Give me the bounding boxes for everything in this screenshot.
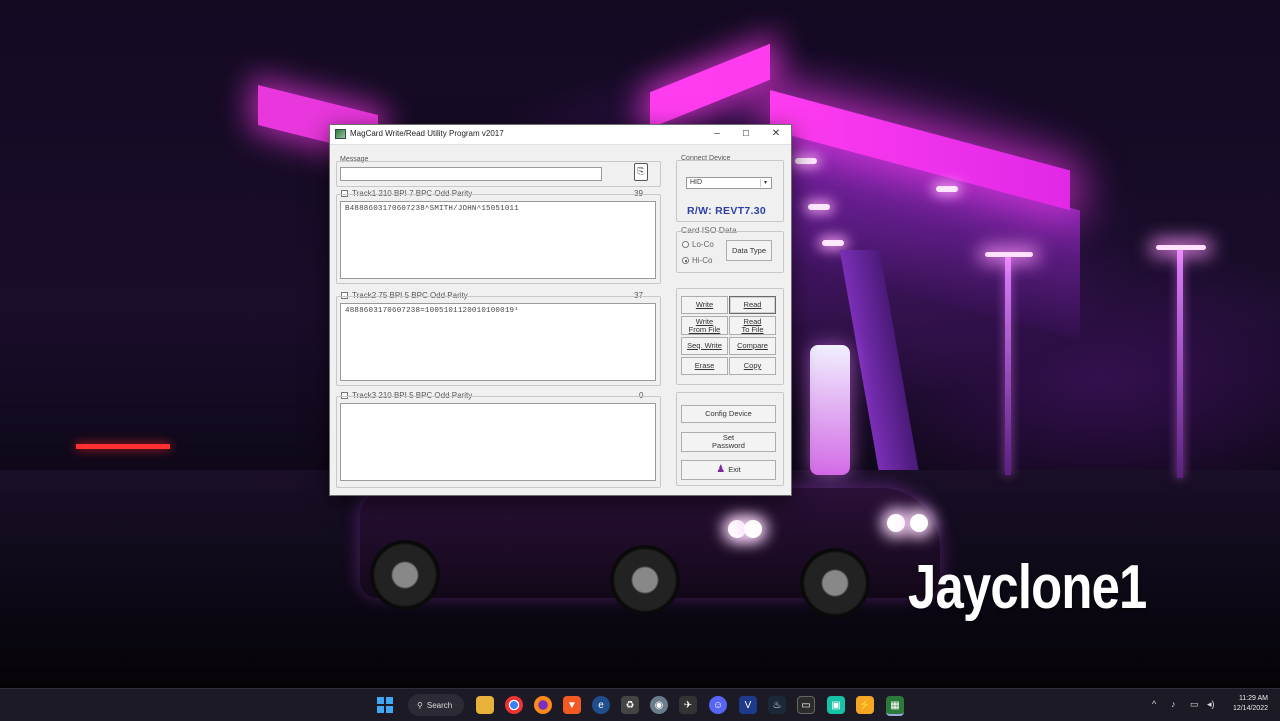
street-lamp (1177, 248, 1183, 478)
magcard-taskbar-icon[interactable]: ▦ (886, 696, 904, 716)
window-title: MagCard Write/Read Utility Program v2017 (350, 129, 504, 138)
minimize-button[interactable]: – (706, 127, 728, 141)
taskbar-search[interactable]: ⚲ Search (408, 694, 464, 716)
car-headlight (910, 514, 928, 532)
steam-icon[interactable]: ♨ (768, 696, 786, 714)
search-icon: ⚲ (417, 700, 423, 710)
microphone-icon[interactable]: ♪ (1171, 699, 1176, 709)
volume-icon[interactable]: ◂) (1207, 699, 1215, 710)
visual-app-icon[interactable]: V (739, 696, 757, 714)
device-select[interactable]: HID ▾ (686, 177, 772, 189)
close-button[interactable]: ✕ (765, 127, 787, 141)
green-app-icon[interactable]: ▣ (827, 696, 845, 714)
recycle-icon[interactable]: ♻ (621, 696, 639, 714)
ceiling-light (808, 204, 830, 210)
red-light-streak (76, 444, 170, 449)
chevron-down-icon: ▾ (760, 179, 770, 187)
hi-co-radio[interactable] (682, 257, 689, 264)
gas-pump (810, 345, 850, 475)
channel-watermark: Jayclone1 (908, 553, 1147, 622)
reader-version: R/W: REVT7.30 (687, 205, 766, 217)
neon-canopy-mid (650, 43, 770, 129)
chevron-up-icon[interactable]: ^ (1152, 699, 1156, 709)
compare-button[interactable]: Compare (729, 337, 776, 355)
display-icon[interactable]: ▭ (1190, 699, 1199, 710)
ceiling-light (936, 186, 958, 192)
car-wheel (800, 548, 870, 618)
street-lamp-head (985, 252, 1033, 257)
start-icon[interactable] (376, 696, 394, 714)
config-device-button[interactable]: Config Device (681, 405, 776, 423)
discord-icon[interactable]: ☺ (709, 696, 727, 714)
track1-data-field[interactable]: B4888603170607238^SMITH/JOHN^15051011 (340, 201, 656, 279)
street-lamp (1005, 255, 1011, 475)
exit-button[interactable]: ♟ Exit (681, 460, 776, 480)
car-headlight (887, 514, 905, 532)
car-headlight (744, 520, 762, 538)
device-select-value: HID (690, 179, 703, 186)
message-field[interactable] (340, 167, 602, 181)
read-button[interactable]: Read (729, 296, 776, 314)
track3-data-field[interactable] (340, 403, 656, 481)
brave-icon[interactable]: ▼ (563, 696, 581, 714)
read-to-file-button[interactable]: Read To File (729, 316, 776, 335)
write-from-file-button[interactable]: Write From File (681, 316, 728, 335)
app-icon (335, 129, 346, 139)
network-app-icon[interactable]: ◉ (650, 696, 668, 714)
orange-app-icon[interactable]: ⚡ (856, 696, 874, 714)
maximize-button[interactable]: ☐ (735, 127, 757, 141)
car-wheel (610, 545, 680, 615)
track2-data-field[interactable]: 4888603170607238=1005101120010100019¹ (340, 303, 656, 381)
exit-label: Exit (728, 465, 741, 474)
search-label: Search (426, 700, 453, 710)
file-explorer-icon[interactable] (476, 696, 494, 714)
copy-button[interactable]: Copy (729, 357, 776, 375)
terminal-icon[interactable]: ▭ (797, 696, 815, 714)
magcard-utility-window: MagCard Write/Read Utility Program v2017… (329, 124, 792, 496)
set-password-button[interactable]: Set Password (681, 432, 776, 452)
title-bar[interactable]: MagCard Write/Read Utility Program v2017… (330, 125, 791, 145)
car-wheel (370, 540, 440, 610)
clock-date: 12/14/2022 (1232, 705, 1268, 712)
edge-icon[interactable]: e (592, 696, 610, 714)
write-button[interactable]: Write (681, 296, 728, 314)
hi-co-label: Hi-Co (692, 256, 713, 265)
lo-co-radio[interactable] (682, 241, 689, 248)
clipboard-icon[interactable]: ⎘ (634, 163, 648, 181)
data-type-button[interactable]: Data Type (726, 240, 772, 261)
tool-app-icon[interactable]: ✈ (679, 696, 697, 714)
taskbar: ⚲ Search ▼ e ♻ ◉ ✈ ☺ V ♨ ▭ ▣ ⚡ ▦ ^ ♪ ▭ ◂… (0, 688, 1280, 721)
street-lamp-head (1156, 245, 1206, 250)
ceiling-light (822, 240, 844, 246)
firefox-icon[interactable] (534, 696, 552, 714)
system-clock[interactable]: 11:29 AM 12/14/2022 (1233, 694, 1268, 714)
erase-button[interactable]: Erase (681, 357, 728, 375)
ceiling-light (795, 158, 817, 164)
clock-time: 11:29 AM (1238, 695, 1268, 702)
chrome-icon[interactable] (505, 696, 523, 714)
exit-icon: ♟ (716, 464, 726, 475)
lo-co-label: Lo-Co (692, 240, 714, 249)
seq-write-button[interactable]: Seq. Write (681, 337, 728, 355)
